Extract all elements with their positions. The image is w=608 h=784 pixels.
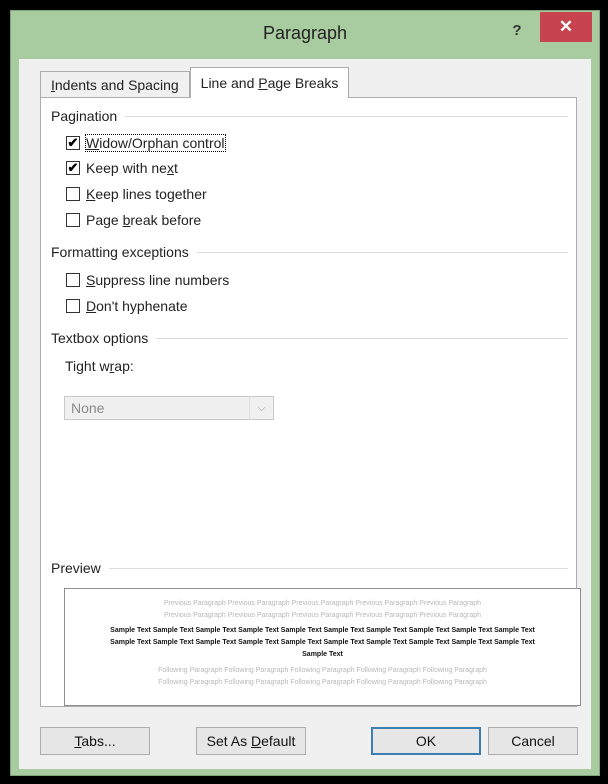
preview-following-paragraph: Following Paragraph Following Paragraph … <box>158 667 487 674</box>
widow-orphan-control-checkbox[interactable]: ✔ Widow/Orphan control <box>66 134 226 152</box>
dont-hyphenate-checkbox[interactable]: Don't hyphenate <box>66 298 188 314</box>
help-icon[interactable]: ? <box>505 20 529 44</box>
tight-wrap-label: Tight wrap: <box>65 358 134 374</box>
suppress-line-numbers-checkbox[interactable]: Suppress line numbers <box>66 272 229 288</box>
preview-previous-paragraph: Previous Paragraph Previous Paragraph Pr… <box>163 612 482 619</box>
chevron-down-icon[interactable]: ⌵ <box>249 397 273 419</box>
checkbox-box[interactable] <box>66 213 80 227</box>
set-as-default-button[interactable]: Set As Default <box>196 727 306 755</box>
tab-line-and-page-breaks[interactable]: Line and Page Breaks <box>189 67 350 98</box>
divider <box>156 337 568 339</box>
checkbox-box[interactable]: ✔ <box>66 136 80 150</box>
dialog-body: Indents and Spacing Line and Page Breaks… <box>19 59 591 769</box>
divider <box>196 251 568 253</box>
tight-wrap-select[interactable]: None ⌵ <box>64 396 274 420</box>
dialog-window: Paragraph ? ✕ Indents and Spacing Line a… <box>10 10 600 776</box>
keep-with-next-checkbox[interactable]: ✔ Keep with next <box>66 160 178 176</box>
keep-lines-together-checkbox[interactable]: Keep lines together <box>66 186 207 202</box>
preview-group-heading: Preview <box>51 560 568 576</box>
cancel-button[interactable]: Cancel <box>488 727 578 755</box>
button-row: Tabs... Set As Default OK Cancel <box>19 727 591 757</box>
textbox-options-group-heading: Textbox options <box>51 330 568 346</box>
tight-wrap-value: None <box>71 400 105 416</box>
checkbox-box[interactable] <box>66 273 80 287</box>
close-button[interactable]: ✕ <box>540 12 592 42</box>
title-bar[interactable]: Paragraph ? ✕ <box>11 11 599 59</box>
preview-previous-paragraph: Previous Paragraph Previous Paragraph Pr… <box>163 600 482 607</box>
formatting-exceptions-group-heading: Formatting exceptions <box>51 244 568 260</box>
tabs-button[interactable]: Tabs... <box>40 727 150 755</box>
divider <box>108 567 568 569</box>
checkbox-box[interactable]: ✔ <box>66 161 80 175</box>
divider <box>125 115 568 117</box>
pagination-group-heading: Pagination <box>51 108 568 124</box>
checkbox-box[interactable] <box>66 299 80 313</box>
tab-panel: Pagination ✔ Widow/Orphan control ✔ Keep… <box>40 97 581 707</box>
tab-strip: Indents and Spacing Line and Page Breaks <box>40 67 350 98</box>
checkbox-box[interactable] <box>66 187 80 201</box>
ok-button[interactable]: OK <box>371 727 481 755</box>
page-break-before-checkbox[interactable]: Page break before <box>66 212 201 228</box>
preview-following-paragraph: Following Paragraph Following Paragraph … <box>158 679 487 686</box>
tab-indents-and-spacing[interactable]: Indents and Spacing <box>40 71 190 97</box>
preview-pane: Previous Paragraph Previous Paragraph Pr… <box>64 588 581 706</box>
preview-sample-text: Sample Text Sample Text Sample Text Samp… <box>110 627 535 658</box>
